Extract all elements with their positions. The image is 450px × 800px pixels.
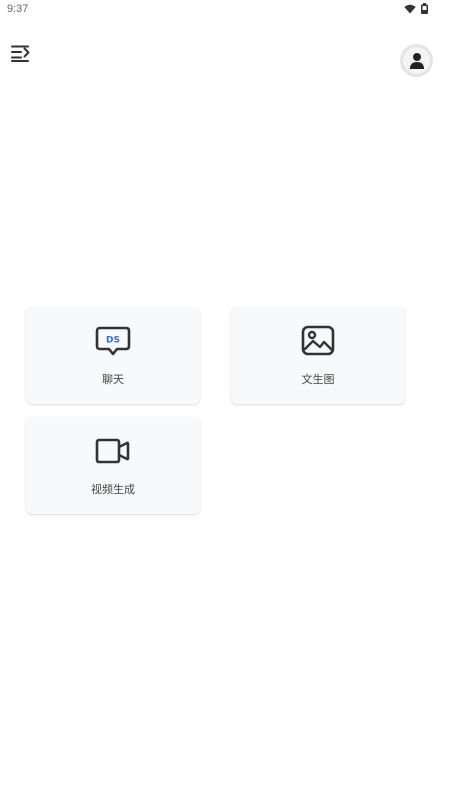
video-camera-icon — [95, 438, 130, 464]
battery-icon — [421, 3, 428, 14]
menu-expand-icon — [11, 45, 30, 62]
chat-card[interactable]: DS 聊天 — [26, 307, 200, 404]
user-avatar-icon — [409, 52, 424, 69]
chat-icon-text: DS — [106, 336, 120, 346]
image-icon — [301, 325, 335, 356]
chat-card-label: 聊天 — [102, 373, 124, 386]
text-to-image-card-label: 文生图 — [301, 373, 335, 386]
status-time: 9:37 — [7, 3, 29, 15]
chat-bubble-icon: DS — [95, 326, 131, 356]
wifi-icon — [404, 4, 416, 13]
text-to-image-card[interactable]: 文生图 — [231, 307, 405, 404]
menu-button[interactable] — [10, 43, 32, 63]
avatar-button[interactable] — [400, 44, 433, 77]
status-bar: 9:37 — [0, 0, 450, 20]
video-generation-card[interactable]: 视频生成 — [26, 417, 200, 514]
video-generation-card-label: 视频生成 — [91, 483, 135, 496]
